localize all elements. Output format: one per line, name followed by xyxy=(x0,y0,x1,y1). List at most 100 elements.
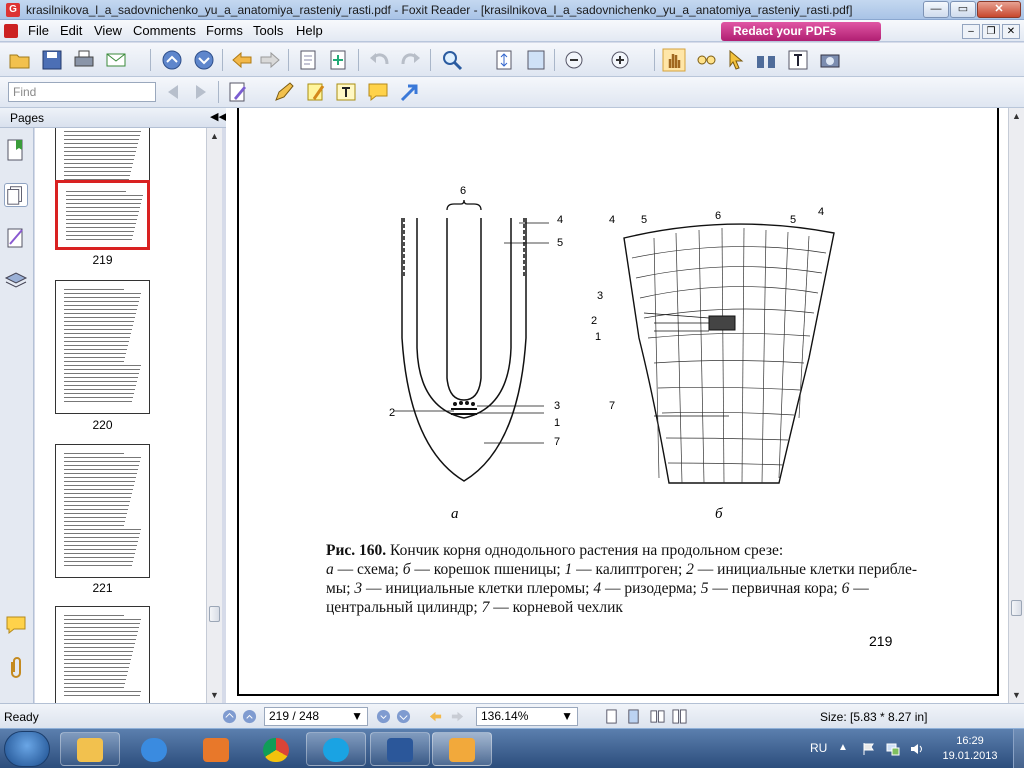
typewriter-icon[interactable] xyxy=(226,80,250,104)
thumbnail-text-line xyxy=(64,545,137,546)
page-thumbnail[interactable] xyxy=(55,180,150,250)
taskbar-word[interactable] xyxy=(370,732,430,766)
redact-banner[interactable]: Redact your PDFs xyxy=(721,22,881,41)
fit-width-icon[interactable] xyxy=(524,48,548,72)
back-view-icon[interactable] xyxy=(428,709,443,724)
taskbar-explorer[interactable] xyxy=(60,732,120,766)
menu-file[interactable]: File xyxy=(28,23,49,38)
select-tool-icon[interactable] xyxy=(724,48,748,72)
page-thumbnail[interactable] xyxy=(55,280,150,414)
taskbar-chrome[interactable] xyxy=(246,732,306,766)
menu-help[interactable]: Help xyxy=(296,23,323,38)
taskbar-internet-explorer[interactable] xyxy=(124,732,184,766)
menu-edit[interactable]: Edit xyxy=(60,23,82,38)
taskbar-foxit-reader[interactable] xyxy=(432,732,492,766)
attachments-icon[interactable] xyxy=(4,656,28,680)
system-clock[interactable]: 16:29 19.01.2013 xyxy=(935,734,1005,764)
page-dropdown-icon[interactable]: ▼ xyxy=(351,708,363,725)
redo-icon[interactable] xyxy=(398,48,422,72)
scroll-up-arrow[interactable]: ▲ xyxy=(207,128,222,144)
hand-tool-icon[interactable] xyxy=(662,48,686,72)
network-icon[interactable] xyxy=(886,742,900,756)
find-next-icon[interactable] xyxy=(188,80,212,104)
extract-pages-icon[interactable] xyxy=(296,48,320,72)
next-page-small-icon[interactable] xyxy=(376,709,391,724)
page-size-text: Size: [5.83 * 8.27 in] xyxy=(820,710,928,724)
zoom-dropdown-icon[interactable]: ▼ xyxy=(561,708,573,725)
comments-icon[interactable] xyxy=(4,613,28,637)
find-input[interactable]: Find xyxy=(8,82,156,102)
scroll-down-arrow[interactable]: ▼ xyxy=(207,687,222,703)
mdi-minimize-button[interactable]: – xyxy=(962,24,980,39)
taskbar-skype[interactable] xyxy=(306,732,366,766)
camera-icon[interactable] xyxy=(818,48,842,72)
continuous-facing-view-icon[interactable] xyxy=(672,709,687,724)
email-icon[interactable] xyxy=(104,48,128,72)
first-page-icon[interactable] xyxy=(222,709,237,724)
thumbnails-scrollbar[interactable]: ▲ ▼ xyxy=(206,128,222,703)
maximize-button[interactable]: ▭ xyxy=(950,1,976,18)
text-select-icon[interactable] xyxy=(786,48,810,72)
doc-scroll-up-arrow[interactable]: ▲ xyxy=(1009,108,1024,124)
pencil-icon[interactable] xyxy=(272,80,296,104)
menu-comments[interactable]: Comments xyxy=(133,23,196,38)
show-hidden-icons[interactable]: ▲ xyxy=(838,742,852,756)
taskbar-media-player[interactable] xyxy=(186,732,246,766)
doc-scrollbar-thumb[interactable] xyxy=(1011,600,1022,616)
facing-view-icon[interactable] xyxy=(650,709,665,724)
scrollbar-thumb[interactable] xyxy=(209,606,220,622)
print-icon[interactable] xyxy=(72,48,96,72)
page-thumbnail[interactable] xyxy=(55,444,150,578)
bookmarks-icon[interactable] xyxy=(4,138,28,162)
page-thumbnail[interactable] xyxy=(55,606,150,703)
pages-thumbnails-icon[interactable] xyxy=(4,183,28,207)
note-icon[interactable] xyxy=(366,80,390,104)
document-scrollbar[interactable]: ▲ ▼ xyxy=(1008,108,1024,703)
textbox-icon[interactable] xyxy=(334,80,358,104)
continuous-view-icon[interactable] xyxy=(626,709,641,724)
prev-page-small-icon[interactable] xyxy=(242,709,257,724)
collapse-panel-icon[interactable]: ◀◀ xyxy=(210,110,227,123)
fit-page-icon[interactable] xyxy=(492,48,516,72)
doc-scroll-down-arrow[interactable]: ▼ xyxy=(1009,687,1024,703)
open-folder-icon[interactable] xyxy=(8,48,32,72)
snapshot-binoculars-icon[interactable] xyxy=(754,48,778,72)
insert-pages-icon[interactable] xyxy=(326,48,350,72)
page-number-field[interactable]: 219 / 248 ▼ xyxy=(264,707,368,726)
zoom-in-icon[interactable] xyxy=(608,48,632,72)
undo-icon[interactable] xyxy=(368,48,392,72)
go-back-icon[interactable] xyxy=(230,48,254,72)
mdi-close-button[interactable]: ✕ xyxy=(1002,24,1020,39)
signatures-icon[interactable] xyxy=(4,226,28,250)
zoom-icon[interactable] xyxy=(440,48,464,72)
minimize-button[interactable]: — xyxy=(923,1,949,18)
close-button[interactable]: ✕ xyxy=(977,1,1021,18)
arrow-tool-icon[interactable] xyxy=(398,80,422,104)
document-menu-icon[interactable] xyxy=(4,24,18,38)
zoom-level-field[interactable]: 136.14% ▼ xyxy=(476,707,578,726)
mdi-restore-button[interactable]: ❐ xyxy=(982,24,1000,39)
loupe-tool-icon[interactable] xyxy=(694,48,718,72)
menu-tools[interactable]: Tools xyxy=(253,23,283,38)
highlight-icon[interactable] xyxy=(304,80,328,104)
action-center-flag-icon[interactable] xyxy=(862,742,876,756)
last-page-icon[interactable] xyxy=(396,709,411,724)
thumbnail-text-line xyxy=(64,147,137,148)
foxit-app-icon[interactable]: G xyxy=(6,3,20,17)
document-view[interactable]: 6 4 5 3 2 1 7 4 5 6 5 4 3 2 1 7 а б Рис.… xyxy=(226,108,1008,703)
language-indicator[interactable]: RU xyxy=(810,741,827,755)
save-icon[interactable] xyxy=(40,48,64,72)
forward-view-icon[interactable] xyxy=(450,709,465,724)
previous-page-icon[interactable] xyxy=(160,48,184,72)
next-page-icon[interactable] xyxy=(192,48,216,72)
go-forward-icon[interactable] xyxy=(258,48,282,72)
volume-icon[interactable] xyxy=(910,742,924,756)
menu-forms[interactable]: Forms xyxy=(206,23,243,38)
show-desktop-button[interactable] xyxy=(1013,729,1024,768)
find-previous-icon[interactable] xyxy=(162,80,186,104)
menu-view[interactable]: View xyxy=(94,23,122,38)
layers-icon[interactable] xyxy=(4,268,28,292)
start-button[interactable] xyxy=(4,731,50,767)
zoom-out-icon[interactable] xyxy=(562,48,586,72)
single-page-view-icon[interactable] xyxy=(604,709,619,724)
